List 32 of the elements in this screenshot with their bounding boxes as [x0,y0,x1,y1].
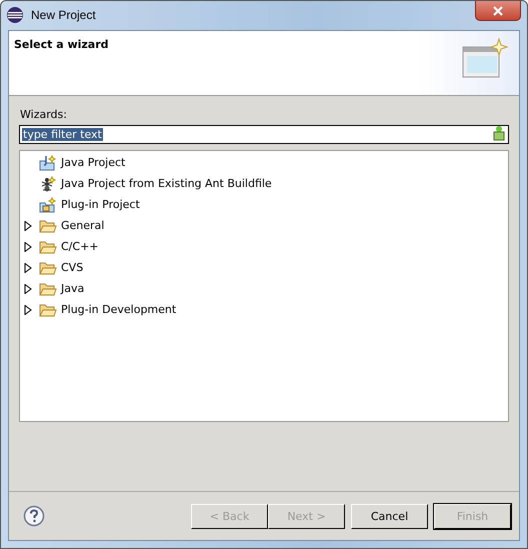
expand-arrow-icon[interactable] [24,304,32,314]
dialog-button[interactable]: Cancel [351,504,428,528]
folder-icon [39,302,57,318]
clear-filter-icon[interactable] [492,125,506,141]
window-title: New Project [31,8,96,22]
help-icon[interactable] [23,505,45,527]
ant-icon [39,176,57,192]
expand-arrow-icon[interactable] [24,220,32,230]
folder-icon [39,218,57,234]
wizards-label: Wizards: [20,108,68,121]
expand-arrow-icon[interactable] [24,262,32,272]
tree-item[interactable]: Java Project [61,156,126,169]
expand-arrow-icon[interactable] [24,284,32,294]
header-title: Select a wizard [14,38,109,51]
tree-item[interactable]: Plug-in Project [61,198,140,211]
eclipse-icon [6,6,24,24]
tree-item[interactable]: C/C++ [61,240,99,253]
folder-icon [39,260,57,276]
tree-item[interactable]: General [61,219,104,232]
filter-field[interactable]: type filter text [19,125,509,144]
close-icon [492,6,504,16]
project-icon [39,154,57,170]
tree-item[interactable]: Java Project from Existing Ant Buildfile [61,177,272,190]
expand-arrow-icon[interactable] [24,242,32,252]
folder-icon [39,238,57,254]
tree-item[interactable]: Plug-in Development [61,303,176,316]
tree-item[interactable]: CVS [61,261,84,274]
plugin-icon [39,196,57,212]
filter-text: type filter text [22,128,103,141]
tree-item[interactable]: Java [61,282,84,295]
folder-icon [39,280,57,296]
close-button[interactable] [475,1,521,21]
